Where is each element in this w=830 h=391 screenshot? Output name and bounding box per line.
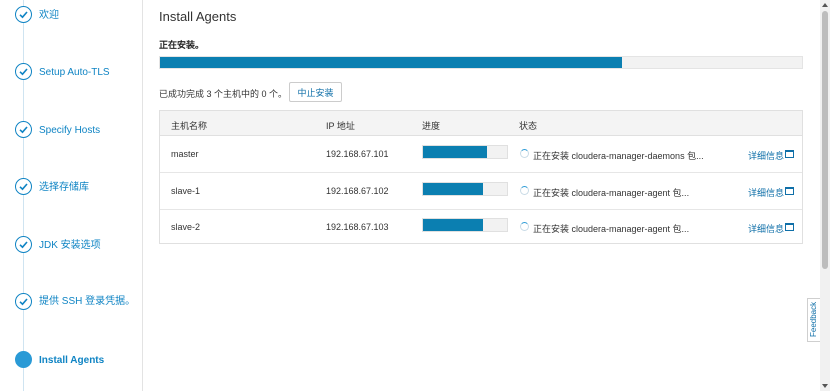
host-status: 正在安装 cloudera-manager-daemons 包...: [533, 151, 704, 161]
column-header-ip: IP 地址: [326, 121, 355, 131]
host-status: 正在安装 cloudera-manager-agent 包...: [533, 224, 690, 234]
abort-install-button[interactable]: 中止安装: [289, 82, 342, 102]
host-progress-fill: [423, 219, 484, 231]
details-link[interactable]: 详细信息: [748, 186, 784, 199]
check-icon: [15, 178, 32, 195]
table-row: master 192.168.67.101 正在安装 cloudera-mana…: [160, 136, 802, 173]
vertical-scrollbar[interactable]: [820, 0, 830, 391]
window-icon[interactable]: [785, 187, 794, 195]
host-progress-bar: [422, 182, 508, 196]
feedback-tab[interactable]: Feedback: [807, 298, 821, 342]
host-ip: 192.168.67.102: [326, 186, 389, 196]
host-name: slave-1: [171, 186, 201, 196]
table-row: slave-2 192.168.67.103 正在安装 cloudera-man…: [160, 209, 802, 246]
check-icon: [15, 236, 32, 253]
host-ip: 192.168.67.103: [326, 222, 389, 232]
scrollbar-thumb[interactable]: [822, 11, 828, 269]
spinner-icon: [520, 149, 529, 158]
wizard-step-label: Install Agents: [39, 355, 105, 366]
window-icon[interactable]: [785, 150, 794, 158]
host-progress-bar: [422, 218, 508, 232]
table-header: 主机名称 IP 地址 进度 状态: [160, 111, 802, 136]
window-icon[interactable]: [785, 223, 794, 231]
wizard-sidebar: 欢迎 Setup Auto-TLS Specify Hosts 选择存储库 JD…: [0, 0, 143, 391]
scroll-up-arrow-icon[interactable]: [822, 3, 828, 7]
overall-progress-bar: [159, 56, 803, 69]
install-summary: 已成功完成 3 个主机中的 0 个。: [159, 89, 288, 99]
wizard-rail: [23, 0, 24, 391]
wizard-step-label: Specify Hosts: [39, 125, 101, 136]
details-link[interactable]: 详细信息: [748, 222, 784, 235]
column-header-host: 主机名称: [171, 121, 208, 131]
main-content: Install Agents 正在安装。 已成功完成 3 个主机中的 0 个。 …: [159, 0, 804, 391]
overall-progress-fill: [160, 57, 623, 68]
host-name: slave-2: [171, 222, 201, 232]
host-progress-bar: [422, 145, 508, 159]
check-icon: [15, 6, 32, 23]
current-step-icon: [15, 351, 32, 368]
wizard-step-label: 提供 SSH 登录凭据。: [39, 296, 136, 307]
page-title: Install Agents: [159, 9, 237, 24]
wizard-step-label: Setup Auto-TLS: [39, 67, 110, 78]
host-name: master: [171, 149, 199, 159]
host-status: 正在安装 cloudera-manager-agent 包...: [533, 188, 690, 198]
check-icon: [15, 293, 32, 310]
host-progress-fill: [423, 183, 484, 195]
hosts-table: 主机名称 IP 地址 进度 状态 master 192.168.67.101 正…: [159, 110, 803, 244]
check-icon: [15, 121, 32, 138]
host-ip: 192.168.67.101: [326, 149, 389, 159]
feedback-label: Feedback: [809, 301, 818, 337]
check-icon: [15, 63, 32, 80]
host-progress-fill: [423, 146, 487, 158]
scroll-down-arrow-icon[interactable]: [822, 384, 828, 388]
details-link[interactable]: 详细信息: [748, 149, 784, 162]
wizard-step-label: 欢迎: [39, 10, 59, 21]
wizard-step-label: 选择存储库: [39, 182, 89, 193]
spinner-icon: [520, 222, 529, 231]
wizard-step-label: JDK 安装选项: [39, 240, 101, 251]
table-row: slave-1 192.168.67.102 正在安装 cloudera-man…: [160, 173, 802, 210]
spinner-icon: [520, 186, 529, 195]
install-status: 正在安装。: [159, 40, 205, 50]
column-header-progress: 进度: [422, 121, 441, 131]
column-header-status: 状态: [519, 121, 538, 131]
